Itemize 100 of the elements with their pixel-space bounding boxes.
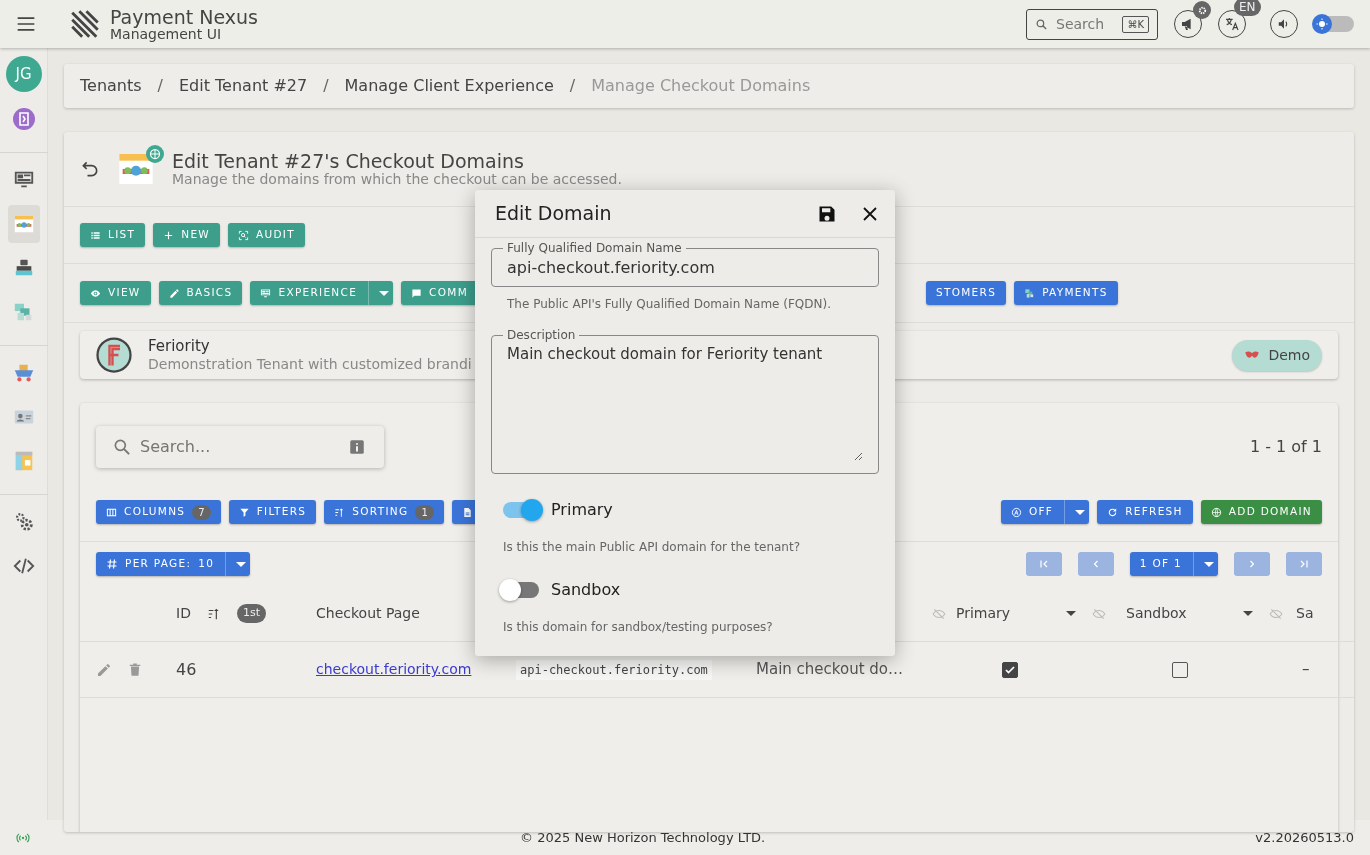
eye-icon bbox=[90, 287, 101, 299]
caret-icon bbox=[379, 290, 390, 296]
action-button[interactable]: AUDIT bbox=[228, 223, 305, 247]
column-header[interactable]: ID bbox=[176, 603, 191, 624]
dropdown-toggle[interactable] bbox=[368, 281, 390, 305]
tenant-logo-icon bbox=[96, 337, 132, 373]
toolbar-button[interactable]: REFRESH bbox=[1097, 500, 1193, 524]
list-icon bbox=[90, 229, 101, 241]
door-icon bbox=[11, 107, 36, 131]
page-select[interactable]: 1 OF 1 bbox=[1129, 552, 1218, 576]
columns-icon bbox=[106, 506, 117, 518]
cart-icon bbox=[12, 362, 35, 384]
section-button[interactable]: VIEW bbox=[80, 281, 151, 305]
caret-icon bbox=[1075, 509, 1086, 515]
search-icon bbox=[112, 437, 132, 457]
user-avatar[interactable]: JG bbox=[5, 56, 42, 92]
column-header[interactable]: Sa bbox=[1296, 603, 1314, 624]
toolbar-button[interactable]: FILTERS bbox=[228, 500, 317, 524]
toggle-label: Sandbox bbox=[551, 579, 621, 601]
table-cell: api-checkout.feriority.com bbox=[516, 659, 712, 680]
page-subtitle: Manage the domains from which the checkout can be accessed. bbox=[172, 171, 622, 188]
field-label: Fully Qualified Domain Name bbox=[506, 242, 683, 254]
breadcrumb-separator: / bbox=[569, 75, 576, 97]
search-field[interactable]: Search... bbox=[140, 435, 340, 459]
breadcrumb-link[interactable]: Tenants bbox=[80, 74, 142, 98]
last-page-icon bbox=[1298, 558, 1310, 570]
back-button[interactable] bbox=[80, 159, 100, 179]
checkout-page-link[interactable]: checkout.feriority.com bbox=[316, 659, 472, 680]
breadcrumb-link[interactable]: Manage Checkout Domains bbox=[591, 74, 811, 98]
page-title: Edit Tenant #27's Checkout Domains bbox=[172, 150, 525, 172]
record-count: 1 - 1 of 1 bbox=[1249, 436, 1322, 458]
stripes-logo-icon bbox=[68, 7, 102, 41]
scan-icon bbox=[238, 229, 249, 241]
help-text: The Public API's Fully Qualified Domain Name (FQDN). bbox=[506, 296, 833, 313]
calendar-icon bbox=[12, 213, 35, 235]
sun-icon bbox=[1316, 18, 1328, 30]
column-header[interactable]: Primary bbox=[956, 603, 1011, 624]
per-page-button[interactable]: PER PAGE: 10 bbox=[96, 552, 251, 576]
section-button[interactable]: BASICS bbox=[158, 281, 243, 305]
description-field[interactable]: Main checkout domain for Feriority tenant bbox=[507, 343, 863, 461]
help-text: Is this the main Public API domain for the tenant? bbox=[502, 539, 802, 556]
help-text: Is this domain for sandbox/testing purposes? bbox=[502, 619, 774, 636]
toolbar-button[interactable]: ADD DOMAIN bbox=[1200, 500, 1322, 524]
monitor-icon bbox=[260, 287, 272, 299]
section-button[interactable]: EXPERIENCE bbox=[250, 281, 394, 305]
table-cell-text: – bbox=[1302, 659, 1310, 681]
language-badge: EN bbox=[1234, 0, 1261, 16]
tiles-icon bbox=[1024, 287, 1036, 299]
tenant-name: Feriority bbox=[148, 338, 211, 356]
breadcrumb-link[interactable]: Edit Tenant #27 bbox=[179, 74, 308, 98]
demo-label: Demo bbox=[1268, 345, 1310, 365]
toolbar-button[interactable]: OFF bbox=[1000, 500, 1090, 524]
delete-button[interactable] bbox=[128, 662, 142, 677]
action-button[interactable]: LIST bbox=[80, 223, 146, 247]
column-header[interactable]: Checkout Page bbox=[316, 603, 420, 624]
globe-icon bbox=[1210, 506, 1222, 518]
text-field[interactable]: Fully Qualified Domain Name api-checkout.feriority.com bbox=[491, 242, 879, 287]
chat-icon bbox=[411, 287, 423, 299]
edit-button[interactable] bbox=[96, 661, 112, 678]
shortcut-key: ⌘K bbox=[1122, 15, 1149, 33]
theme-switch[interactable] bbox=[1314, 16, 1354, 32]
pencil-icon bbox=[96, 661, 112, 678]
section-button[interactable]: STOMERS bbox=[926, 281, 1007, 305]
caret-icon bbox=[1204, 561, 1214, 567]
text-field[interactable]: Description Main checkout domain for Feriority tenant bbox=[491, 329, 879, 474]
app-title: Payment Nexus bbox=[110, 7, 258, 27]
copyright-text: © 2025 New Horizon Technology LTD. bbox=[520, 828, 766, 847]
menu-button[interactable] bbox=[16, 14, 36, 34]
file-icon bbox=[461, 506, 473, 518]
search-field[interactable]: Search ⌘K bbox=[1026, 8, 1158, 40]
action-button[interactable]: NEW bbox=[153, 223, 220, 247]
tenant-description: Demonstration Tenant with customized brandi bbox=[148, 355, 472, 372]
signal-icon bbox=[16, 830, 30, 845]
per-page-value: 10 bbox=[198, 556, 215, 572]
sort-rank-badge: 1st bbox=[236, 604, 266, 623]
toolbar-button[interactable]: SORTING 1 bbox=[324, 500, 444, 524]
hash-icon bbox=[106, 558, 118, 570]
domain-field[interactable]: api-checkout.feriority.com bbox=[507, 256, 863, 280]
toggle-label: Primary bbox=[551, 499, 613, 521]
trash-icon bbox=[128, 662, 142, 677]
filter-icon bbox=[238, 506, 250, 518]
search-icon bbox=[1035, 17, 1048, 31]
dropdown-toggle[interactable] bbox=[1064, 500, 1086, 524]
close-button[interactable] bbox=[861, 204, 879, 223]
globe-icon bbox=[149, 148, 161, 160]
refresh-icon bbox=[1107, 506, 1119, 518]
search-placeholder: Search bbox=[1056, 14, 1105, 34]
breadcrumb-separator: / bbox=[323, 75, 329, 97]
column-header[interactable]: Sandbox bbox=[1126, 603, 1187, 624]
count-badge: 1 bbox=[415, 504, 434, 520]
breadcrumb-separator: / bbox=[157, 75, 163, 97]
section-button[interactable]: COMM bbox=[401, 281, 478, 305]
breadcrumb-link[interactable]: Manage Client Experience bbox=[344, 74, 554, 98]
close-icon bbox=[861, 204, 879, 223]
count-badge: 7 bbox=[192, 504, 211, 520]
table-cell-text: Main checkout do… bbox=[756, 659, 903, 681]
section-button[interactable]: PAYMENTS bbox=[1014, 281, 1118, 305]
first-page-icon bbox=[1037, 558, 1050, 570]
caret-icon bbox=[236, 561, 247, 567]
toolbar-button[interactable]: COLUMNS 7 bbox=[96, 500, 221, 524]
